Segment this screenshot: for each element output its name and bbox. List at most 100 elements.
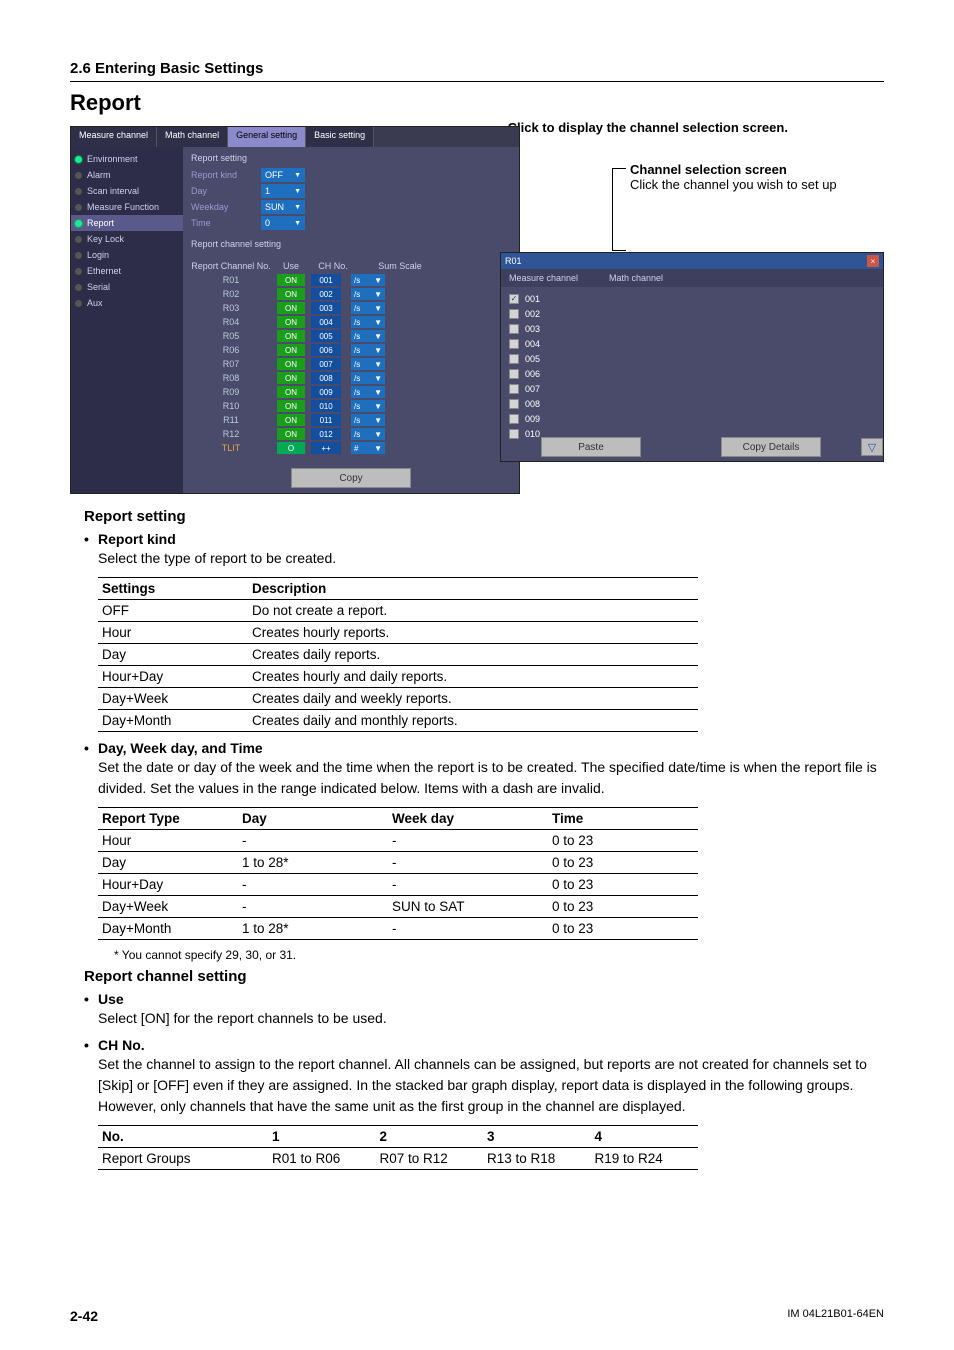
checkbox-icon[interactable] (509, 309, 519, 319)
td: Creates hourly reports. (248, 622, 698, 644)
sumscale-dropdown[interactable]: /s▼ (351, 428, 385, 440)
on-toggle[interactable]: ON (277, 316, 305, 328)
heading-chno: CH No. (84, 1037, 884, 1053)
chno-cell[interactable]: 010 (311, 400, 341, 412)
copy-details-button[interactable]: Copy Details (721, 437, 821, 457)
sumscale-dropdown[interactable]: /s▼ (351, 358, 385, 370)
sumscale-dropdown[interactable]: /s▼ (351, 274, 385, 286)
annotation-channel-sel-sub: Click the channel you wish to set up (630, 177, 837, 192)
chno-cell[interactable]: 008 (311, 372, 341, 384)
nav-key-lock[interactable]: Key Lock (71, 231, 183, 247)
list-item[interactable]: 008 (509, 396, 875, 411)
checkbox-icon[interactable] (509, 354, 519, 364)
nav-measure-function[interactable]: Measure Function (71, 199, 183, 215)
chno-cell[interactable]: 009 (311, 386, 341, 398)
checkbox-icon[interactable] (509, 324, 519, 334)
main-pane: Report setting Report kindOFF▼Day1▼Weekd… (183, 147, 519, 459)
chno-cell[interactable]: 002 (311, 288, 341, 300)
checkbox-icon[interactable] (509, 339, 519, 349)
col-measure[interactable]: Measure channel (509, 273, 609, 283)
field-report-kind-dropdown[interactable]: OFF▼ (261, 168, 305, 182)
chno-cell[interactable]: 003 (311, 302, 341, 314)
list-item[interactable]: 002 (509, 306, 875, 321)
list-item[interactable]: 006 (509, 366, 875, 381)
chno-cell[interactable]: 012 (311, 428, 341, 440)
list-item[interactable]: 004 (509, 336, 875, 351)
nav-alarm[interactable]: Alarm (71, 167, 183, 183)
list-item[interactable]: 003 (509, 321, 875, 336)
paste-button[interactable]: Paste (541, 437, 641, 457)
checkbox-icon[interactable] (509, 369, 519, 379)
table-row: Day+MonthCreates daily and monthly repor… (98, 710, 698, 732)
field-weekday-dropdown[interactable]: SUN▼ (261, 200, 305, 214)
annotation-channel-sel: Channel selection screen Click the chann… (630, 162, 837, 192)
main-window: Measure channelMath channelGeneral setti… (70, 126, 520, 494)
field-day-dropdown[interactable]: 1▼ (261, 184, 305, 198)
nav-serial[interactable]: Serial (71, 279, 183, 295)
on-toggle[interactable]: ON (277, 428, 305, 440)
checkbox-icon[interactable]: ✓ (509, 294, 519, 304)
td: - (388, 918, 548, 940)
th: Settings (98, 578, 248, 600)
sumscale-dropdown[interactable]: /s▼ (351, 316, 385, 328)
nav-report[interactable]: Report (71, 215, 183, 231)
down-arrow-icon[interactable]: ▽ (861, 438, 883, 456)
sumscale-dropdown[interactable]: /s▼ (351, 302, 385, 314)
tab-general-setting[interactable]: General setting (228, 127, 306, 147)
td: Do not create a report. (248, 600, 698, 622)
nav-environment[interactable]: Environment (71, 151, 183, 167)
th: Week day (388, 808, 548, 830)
col-math[interactable]: Math channel (609, 273, 709, 283)
heading-report-setting: Report setting (84, 508, 884, 525)
list-item[interactable]: ✓001 (509, 291, 875, 306)
nav-ethernet[interactable]: Ethernet (71, 263, 183, 279)
sumscale-dropdown[interactable]: /s▼ (351, 414, 385, 426)
list-item[interactable]: 005 (509, 351, 875, 366)
copy-button[interactable]: Copy (291, 468, 411, 488)
chno-cell[interactable]: 006 (311, 344, 341, 356)
on-toggle[interactable]: ON (277, 344, 305, 356)
heading-use: Use (84, 991, 884, 1007)
nav-aux[interactable]: Aux (71, 295, 183, 311)
sumscale-dropdown[interactable]: /s▼ (351, 400, 385, 412)
doc-code: IM 04L21B01-64EN (787, 1308, 884, 1324)
table-row: R09ON009/s▼ (191, 385, 511, 399)
sumscale-dropdown[interactable]: /s▼ (351, 372, 385, 384)
on-toggle[interactable]: ON (277, 372, 305, 384)
table-row: R08ON008/s▼ (191, 371, 511, 385)
desc-use: Select [ON] for the report channels to b… (98, 1008, 884, 1029)
chno-cell[interactable]: 001 (311, 274, 341, 286)
table-row: Day1 to 28*-0 to 23 (98, 852, 698, 874)
sumscale-dropdown[interactable]: /s▼ (351, 386, 385, 398)
on-toggle[interactable]: ON (277, 302, 305, 314)
table-row: R05ON005/s▼ (191, 329, 511, 343)
chno-cell[interactable]: 004 (311, 316, 341, 328)
chno-cell[interactable]: 005 (311, 330, 341, 342)
nav-scan-interval[interactable]: Scan interval (71, 183, 183, 199)
chno-cell[interactable]: 011 (311, 414, 341, 426)
checkbox-icon[interactable] (509, 414, 519, 424)
table-row: R06ON006/s▼ (191, 343, 511, 357)
sumscale-dropdown[interactable]: /s▼ (351, 288, 385, 300)
sumscale-dropdown[interactable]: /s▼ (351, 344, 385, 356)
on-toggle[interactable]: ON (277, 400, 305, 412)
list-item[interactable]: 007 (509, 381, 875, 396)
on-toggle[interactable]: ON (277, 386, 305, 398)
sumscale-dropdown[interactable]: /s▼ (351, 330, 385, 342)
list-item[interactable]: 009 (509, 411, 875, 426)
on-toggle[interactable]: ON (277, 330, 305, 342)
close-icon[interactable]: × (867, 255, 879, 267)
on-toggle[interactable]: ON (277, 358, 305, 370)
chno-cell[interactable]: 007 (311, 358, 341, 370)
tab-math-channel[interactable]: Math channel (157, 127, 228, 147)
on-toggle[interactable]: ON (277, 274, 305, 286)
field-time-dropdown[interactable]: 0▼ (261, 216, 305, 230)
tab-basic-setting[interactable]: Basic setting (306, 127, 374, 147)
on-toggle[interactable]: ON (277, 414, 305, 426)
table-groups: No.1234 Report GroupsR01 to R06R07 to R1… (98, 1125, 698, 1170)
checkbox-icon[interactable] (509, 384, 519, 394)
checkbox-icon[interactable] (509, 399, 519, 409)
nav-login[interactable]: Login (71, 247, 183, 263)
on-toggle[interactable]: ON (277, 288, 305, 300)
tab-measure-channel[interactable]: Measure channel (71, 127, 157, 147)
